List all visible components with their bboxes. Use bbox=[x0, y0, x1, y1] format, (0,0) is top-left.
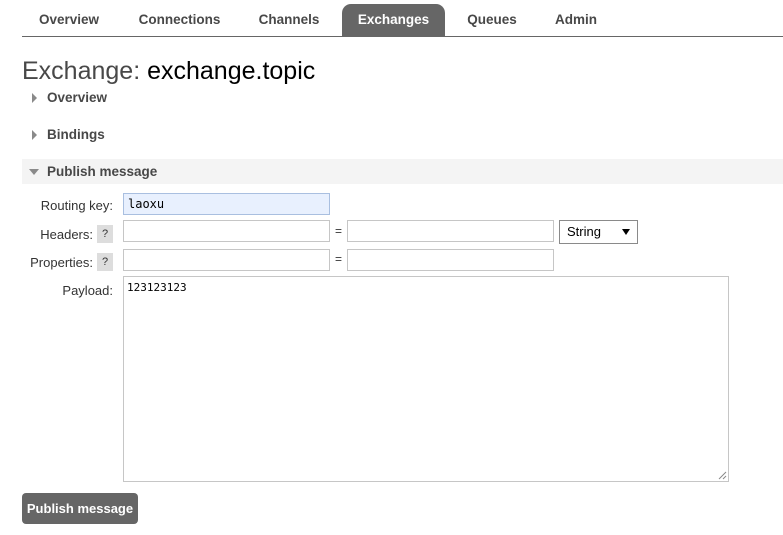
tab-exchanges[interactable]: Exchanges bbox=[342, 4, 445, 36]
section-overview-label: Overview bbox=[47, 90, 108, 105]
app-window: Overview Connections Channels Exchanges … bbox=[0, 0, 783, 535]
routing-key-label: Routing key: bbox=[40, 198, 113, 213]
resize-grip-icon[interactable] bbox=[718, 471, 727, 480]
header-equals-sign: = bbox=[335, 224, 343, 238]
collapsed-arrow-icon bbox=[32, 130, 37, 140]
expanded-arrow-icon bbox=[29, 169, 39, 175]
exchange-name: exchange.topic bbox=[147, 57, 316, 85]
header-type-select[interactable]: String bbox=[559, 220, 638, 244]
tab-queues[interactable]: Queues bbox=[454, 4, 530, 36]
headers-label: Headers: bbox=[40, 227, 93, 242]
property-key-input[interactable] bbox=[123, 249, 330, 271]
section-publish-label: Publish message bbox=[47, 164, 158, 179]
page-title-prefix: Exchange: bbox=[22, 57, 148, 85]
page-title: Exchange: exchange.topic bbox=[22, 55, 315, 87]
header-value-input[interactable] bbox=[347, 220, 554, 242]
section-overview-toggle[interactable]: Overview bbox=[22, 85, 783, 110]
section-bindings-label: Bindings bbox=[47, 127, 105, 142]
header-key-input[interactable] bbox=[123, 220, 330, 242]
tab-connections[interactable]: Connections bbox=[124, 4, 235, 36]
tab-channels[interactable]: Channels bbox=[244, 4, 334, 36]
header-type-value: String bbox=[567, 224, 601, 239]
property-value-input[interactable] bbox=[347, 249, 554, 271]
main-nav: Overview Connections Channels Exchanges … bbox=[22, 4, 783, 37]
payload-textarea[interactable] bbox=[123, 276, 729, 482]
routing-key-input[interactable] bbox=[123, 193, 330, 215]
payload-label: Payload: bbox=[62, 283, 113, 298]
headers-help-button[interactable]: ? bbox=[97, 225, 113, 243]
tab-overview[interactable]: Overview bbox=[22, 4, 116, 36]
properties-label: Properties: bbox=[30, 255, 93, 270]
properties-help-button[interactable]: ? bbox=[97, 253, 113, 271]
tab-admin[interactable]: Admin bbox=[540, 4, 612, 36]
publish-message-button[interactable]: Publish message bbox=[22, 493, 138, 524]
section-publish-toggle[interactable]: Publish message bbox=[22, 159, 783, 184]
dropdown-caret-icon bbox=[622, 229, 630, 235]
property-equals-sign: = bbox=[335, 252, 343, 266]
section-bindings-toggle[interactable]: Bindings bbox=[22, 122, 783, 147]
collapsed-arrow-icon bbox=[32, 93, 37, 103]
